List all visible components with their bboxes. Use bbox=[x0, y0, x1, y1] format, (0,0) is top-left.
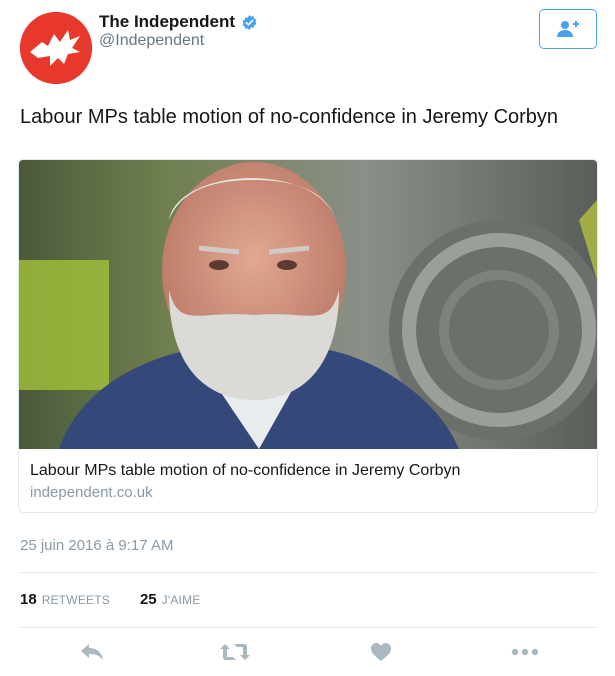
retweet-button[interactable] bbox=[219, 638, 251, 666]
retweets-stat[interactable]: 18 RETWEETS bbox=[20, 591, 110, 608]
avatar[interactable] bbox=[20, 12, 92, 84]
follow-button[interactable] bbox=[539, 9, 597, 49]
divider bbox=[20, 572, 597, 573]
link-card[interactable]: Labour MPs table motion of no-confidence… bbox=[18, 159, 598, 513]
add-user-icon bbox=[557, 21, 579, 37]
card-title[interactable]: Labour MPs table motion of no-confidence… bbox=[30, 462, 460, 480]
author-name-row[interactable]: The Independent bbox=[99, 12, 258, 32]
retweets-count: 18 bbox=[20, 591, 37, 608]
display-name[interactable]: The Independent bbox=[99, 12, 235, 32]
likes-stat[interactable]: 25 J'AIME bbox=[140, 591, 201, 608]
tweet-actions bbox=[0, 638, 615, 676]
more-options-icon bbox=[511, 648, 539, 656]
photo-of-jeremy-corbyn bbox=[19, 160, 597, 449]
verified-badge-icon bbox=[242, 14, 257, 30]
card-domain[interactable]: independent.co.uk bbox=[30, 484, 153, 501]
likes-count: 25 bbox=[139, 591, 157, 608]
user-handle[interactable]: @Independent bbox=[99, 32, 204, 50]
reply-button[interactable] bbox=[76, 638, 108, 666]
card-image[interactable] bbox=[19, 160, 597, 449]
more-options-button[interactable] bbox=[509, 638, 541, 666]
likes-label: J'AIME bbox=[161, 593, 201, 607]
tweet-timestamp[interactable]: 25 juin 2016 à 9:17 AM bbox=[20, 537, 173, 554]
divider bbox=[20, 627, 597, 628]
independent-eagle-logo bbox=[20, 12, 92, 84]
retweets-label: RETWEETS bbox=[41, 593, 110, 607]
like-heart-icon bbox=[371, 643, 391, 661]
tweet-stats: 18 RETWEETS 25 J'AIME bbox=[20, 591, 231, 608]
like-button[interactable] bbox=[365, 638, 397, 666]
retweet-icon bbox=[220, 644, 250, 660]
tweet-text: Labour MPs table motion of no-confidence… bbox=[20, 106, 559, 128]
reply-icon bbox=[81, 644, 103, 660]
